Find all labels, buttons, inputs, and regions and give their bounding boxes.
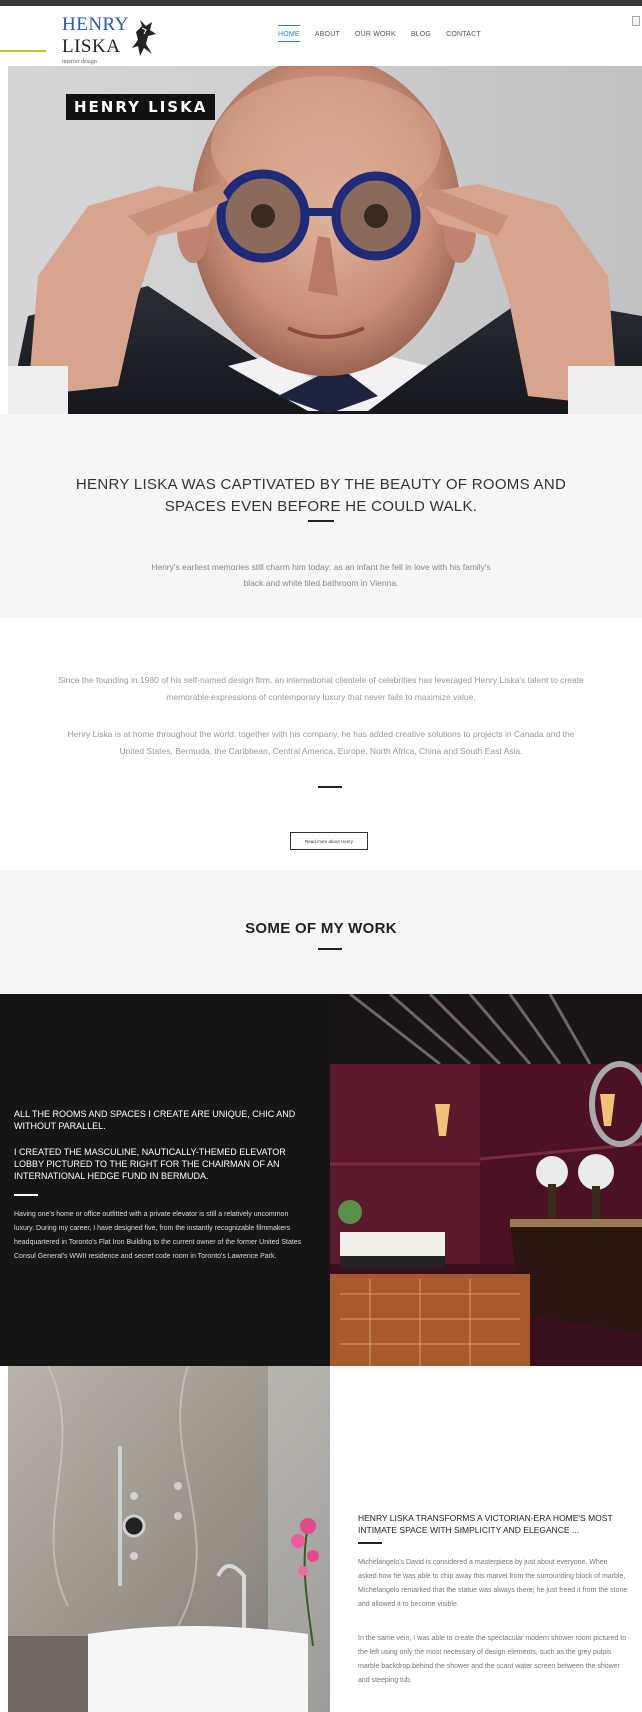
hero-image: HENRY LISKA bbox=[8, 66, 642, 414]
about-divider bbox=[318, 786, 342, 788]
about-section: Since the founding in 1980 of his self-n… bbox=[0, 618, 642, 870]
elevator-heading-1: ALL THE ROOMS AND SPACES I CREATE ARE UN… bbox=[14, 1109, 296, 1131]
elevator-text-panel: ALL THE ROOMS AND SPACES I CREATE ARE UN… bbox=[0, 994, 330, 1366]
intro-section: HENRY LISKA WAS CAPTIVATED BY THE BEAUTY… bbox=[0, 414, 642, 618]
work-divider bbox=[318, 948, 342, 950]
nav-about[interactable]: ABOUT bbox=[315, 31, 340, 42]
elevator-heading-2: I CREATED THE MASCULINE, NAUTICALLY-THEM… bbox=[14, 1147, 286, 1181]
about-paragraph-2: Henry Liska is at home throughout the wo… bbox=[67, 729, 575, 756]
shower-paragraph-2: In the same vein, I was able to create t… bbox=[358, 1635, 627, 1684]
elevator-lobby-image bbox=[330, 994, 642, 1366]
elevator-divider bbox=[14, 1194, 38, 1196]
shower-divider bbox=[358, 1542, 382, 1544]
logo-henry: HENRY bbox=[62, 14, 129, 35]
read-more-button[interactable]: Read more about Henry bbox=[290, 832, 368, 850]
elevator-lobby-photo bbox=[330, 994, 642, 1366]
nav-our-work[interactable]: OUR WORK bbox=[355, 31, 396, 42]
hero-name-badge: HENRY LISKA bbox=[66, 94, 216, 120]
shower-paragraph-1: Michelangelo's David is considered a mas… bbox=[358, 1559, 628, 1608]
elevator-text: Having one's home or office outfitted wi… bbox=[14, 1211, 302, 1260]
main-nav: HOME ABOUT OUR WORK BLOG CONTACT bbox=[278, 25, 496, 42]
nav-blog[interactable]: BLOG bbox=[411, 31, 431, 42]
nav-home[interactable]: HOME bbox=[278, 25, 300, 42]
shower-room-image bbox=[8, 1366, 330, 1712]
logo-liska: LISKA bbox=[62, 36, 121, 57]
site-logo[interactable]: HENRY LISKA interior design bbox=[62, 14, 172, 66]
shower-heading: HENRY LISKA TRANSFORMS A VICTORIAN-ERA H… bbox=[358, 1513, 613, 1535]
elevator-project: ALL THE ROOMS AND SPACES I CREATE ARE UN… bbox=[0, 994, 642, 1366]
shower-room-photo bbox=[8, 1366, 330, 1712]
accent-line bbox=[0, 50, 46, 52]
nav-contact[interactable]: CONTACT bbox=[446, 31, 481, 42]
site-header: HENRY LISKA interior design HOME ABOUT O… bbox=[0, 6, 642, 66]
intro-text: Henry's earliest memories still charm hi… bbox=[151, 562, 491, 588]
work-section-header: SOME OF MY WORK bbox=[0, 870, 642, 994]
intro-divider bbox=[308, 520, 334, 522]
work-title: SOME OF MY WORK bbox=[245, 920, 397, 937]
about-paragraph-1: Since the founding in 1980 of his self-n… bbox=[58, 675, 584, 702]
logo-subtitle: interior design bbox=[62, 59, 97, 65]
shower-project: HENRY LISKA TRANSFORMS A VICTORIAN-ERA H… bbox=[0, 1366, 642, 1712]
intro-heading: HENRY LISKA WAS CAPTIVATED BY THE BEAUTY… bbox=[75, 476, 567, 515]
window-control-icon[interactable] bbox=[632, 16, 640, 26]
pegasus-logo-icon bbox=[132, 20, 156, 56]
